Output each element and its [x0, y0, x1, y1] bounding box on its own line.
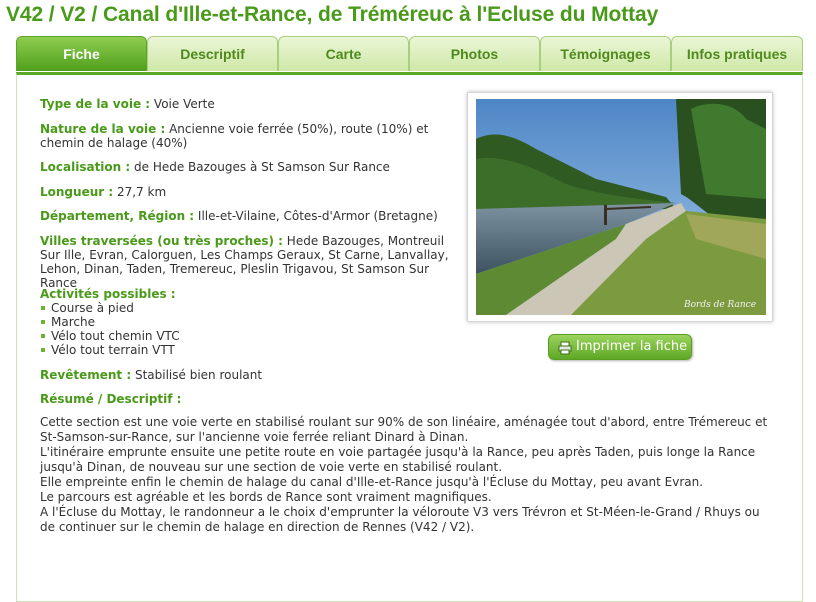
- field-label: Revêtement :: [40, 368, 132, 382]
- print-button[interactable]: Imprimer la fiche: [548, 334, 692, 360]
- field-label: Type de la voie :: [40, 97, 151, 111]
- field-localisation: Localisation : de Hede Bazouges à St Sam…: [40, 160, 462, 174]
- tab-temoignages[interactable]: Témoignages: [540, 36, 671, 71]
- tab-carte[interactable]: Carte: [278, 36, 409, 71]
- field-type-voie: Type de la voie : Voie Verte: [40, 97, 462, 111]
- field-label: Activités possibles :: [40, 287, 176, 301]
- summary-paragraph: Elle empreinte enfin le chemin de halage…: [40, 475, 704, 489]
- tab-photos[interactable]: Photos: [409, 36, 540, 71]
- field-value: 27,7 km: [116, 185, 167, 199]
- field-label: Localisation :: [40, 160, 131, 174]
- summary-text: Cette section est une voie verte en stab…: [40, 415, 770, 535]
- field-label: Résumé / Descriptif :: [40, 392, 182, 406]
- field-label: Département, Région :: [40, 209, 195, 223]
- list-item: Vélo tout terrain VTT: [40, 343, 462, 357]
- field-value: Ille-et-Vilaine, Côtes-d'Armor (Bretagne…: [197, 209, 438, 223]
- field-label: Longueur :: [40, 185, 114, 199]
- field-activites: Activités possibles : Course à pied Marc…: [40, 287, 462, 357]
- summary-paragraph: A l'Écluse du Mottay, le randonneur a le…: [40, 505, 760, 534]
- field-value: Stabilisé bien roulant: [134, 368, 263, 382]
- list-item: Course à pied: [40, 301, 462, 315]
- tab-descriptif[interactable]: Descriptif: [147, 36, 278, 71]
- field-value: Voie Verte: [153, 97, 215, 111]
- route-photo[interactable]: Bords de Rance: [467, 92, 773, 322]
- summary-heading: Résumé / Descriptif :: [40, 392, 462, 406]
- activities-list: Course à pied Marche Vélo tout chemin VT…: [40, 301, 462, 357]
- photo-caption: Bords de Rance: [683, 300, 756, 310]
- canal-landscape-image: Bords de Rance: [476, 99, 766, 315]
- list-item: Vélo tout chemin VTC: [40, 329, 462, 343]
- field-label: Nature de la voie :: [40, 122, 166, 136]
- list-item: Marche: [40, 315, 462, 329]
- page-title: V42 / V2 / Canal d'Ille-et-Rance, de Tré…: [6, 3, 659, 26]
- field-villes-traversees: Villes traversées (ou très proches) : He…: [40, 234, 462, 290]
- field-nature-voie: Nature de la voie : Ancienne voie ferrée…: [40, 122, 462, 150]
- summary-paragraph: L'itinéraire emprunte ensuite une petite…: [40, 445, 756, 474]
- tab-fiche[interactable]: Fiche: [16, 36, 147, 71]
- summary-paragraph: Cette section est une voie verte en stab…: [40, 415, 768, 444]
- tab-infos-pratiques[interactable]: Infos pratiques: [671, 36, 803, 71]
- field-label: Villes traversées (ou très proches) :: [40, 234, 283, 248]
- field-value: de Hede Bazouges à St Samson Sur Rance: [134, 160, 390, 174]
- summary-paragraph: Le parcours est agréable et les bords de…: [40, 490, 492, 504]
- field-longueur: Longueur : 27,7 km: [40, 185, 462, 199]
- printer-icon: [558, 340, 572, 364]
- field-revetement: Revêtement : Stabilisé bien roulant: [40, 368, 462, 382]
- field-departement-region: Département, Région : Ille-et-Vilaine, C…: [40, 209, 462, 223]
- print-button-label: Imprimer la fiche: [576, 339, 688, 354]
- tab-bar: Fiche Descriptif Carte Photos Témoignage…: [16, 36, 803, 72]
